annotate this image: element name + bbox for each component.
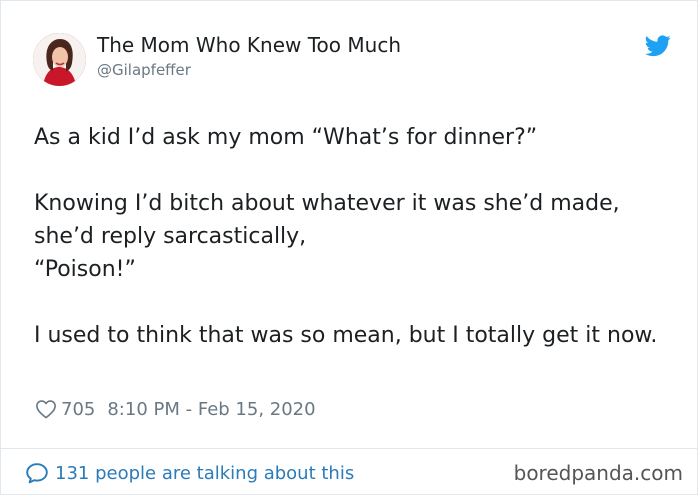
tweet-timestamp[interactable]: 8:10 PM - Feb 15, 2020 xyxy=(107,399,315,420)
conversation-link[interactable]: 131 people are talking about this xyxy=(25,460,354,486)
author-name[interactable]: The Mom Who Knew Too Much xyxy=(97,33,401,57)
footer-divider xyxy=(1,448,697,449)
speech-bubble-icon xyxy=(26,463,48,484)
tweet-header: The Mom Who Knew Too Much @Gilapfeffer xyxy=(33,31,673,91)
boredpanda-watermark: boredpanda.com xyxy=(513,461,683,485)
avatar-portrait-icon xyxy=(33,33,86,86)
heart-outline-icon[interactable] xyxy=(35,399,57,419)
tweet-meta: 705 8:10 PM - Feb 15, 2020 xyxy=(35,397,316,421)
like-count[interactable]: 705 xyxy=(61,399,95,420)
author-avatar[interactable] xyxy=(33,33,86,86)
tweet-text: As a kid I’d ask my mom “What’s for dinn… xyxy=(34,125,658,348)
twitter-bird-icon[interactable] xyxy=(645,35,671,57)
author-handle[interactable]: @Gilapfeffer xyxy=(97,61,191,79)
conversation-label: 131 people are talking about this xyxy=(55,462,355,484)
tweet-card: The Mom Who Knew Too Much @Gilapfeffer A… xyxy=(0,0,698,495)
